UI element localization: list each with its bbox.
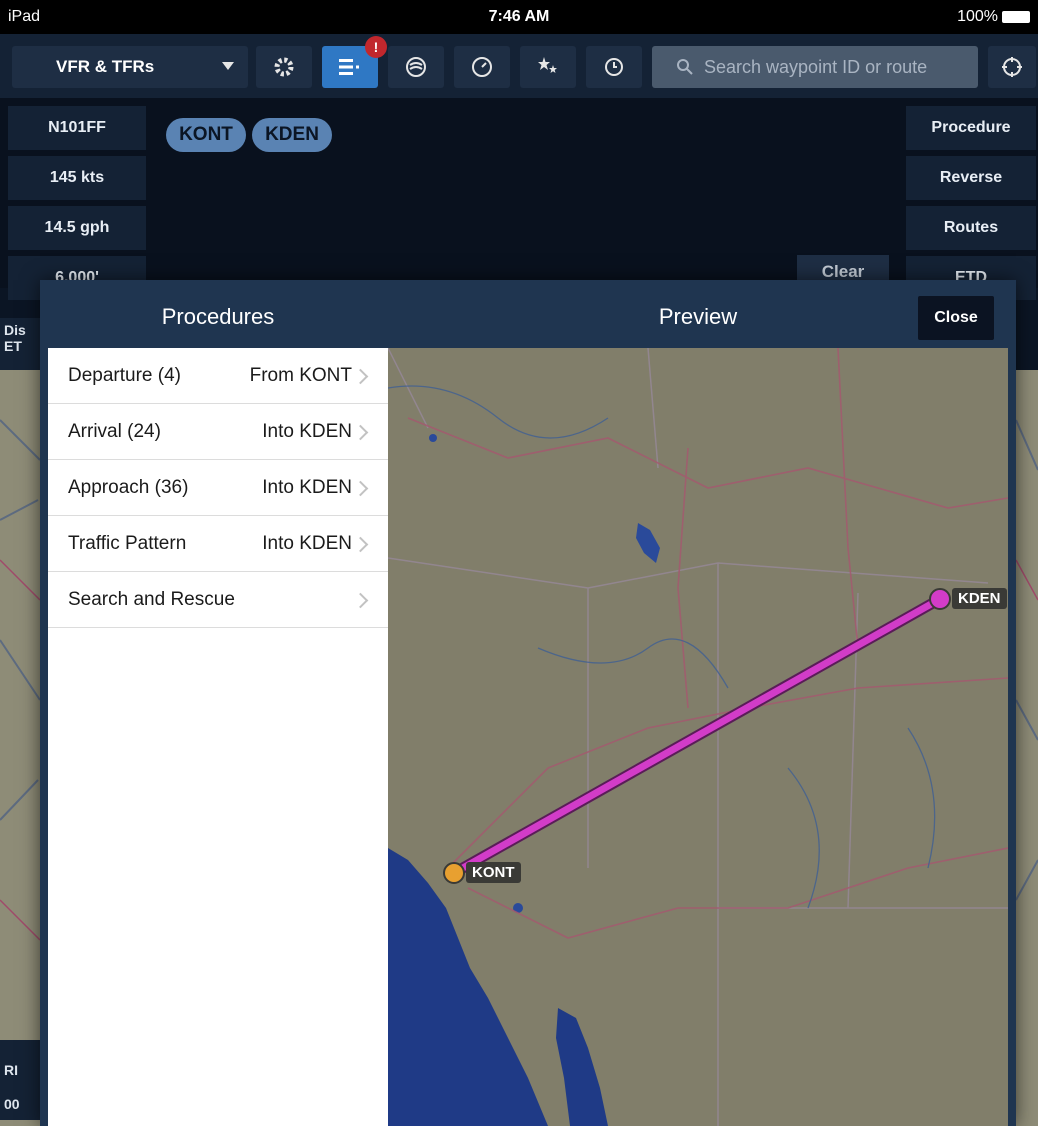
chevron-right-icon [352, 592, 369, 609]
star-icon [538, 57, 557, 73]
status-bar: iPad 7:46 AM 100% [0, 0, 1038, 34]
crosshair-icon [1002, 57, 1022, 77]
speed-field[interactable]: 145 kts [8, 156, 146, 200]
chevron-right-icon [352, 536, 369, 553]
origin-label: KONT [466, 862, 521, 883]
procedures-title: Procedures [161, 304, 275, 329]
chevron-right-icon [352, 368, 369, 385]
weather-button[interactable] [388, 46, 444, 88]
peek-label: 00 [4, 1096, 20, 1112]
battery-percent: 100% [957, 8, 998, 25]
procedure-detail: Into KDEN [262, 421, 352, 442]
favorites-button[interactable] [520, 46, 576, 88]
settings-button[interactable] [256, 46, 312, 88]
map-layer-label: VFR & TFRs [56, 57, 155, 76]
route-line [450, 595, 944, 877]
procedure-row-search-and-rescue[interactable]: Search and Rescue [48, 572, 388, 628]
flight-plan-button[interactable]: ! [322, 36, 387, 88]
destination-marker[interactable] [929, 588, 951, 610]
procedures-popover: Procedures Preview Close Departure (4) F… [40, 280, 1016, 1126]
weather-icon [406, 57, 426, 77]
procedure-name: Arrival (24) [68, 421, 161, 442]
route-preview-map[interactable]: KDEN KONT [388, 348, 1008, 1126]
chevron-right-icon [352, 480, 369, 497]
locate-button[interactable] [988, 46, 1036, 88]
chevron-down-icon [222, 62, 234, 70]
preview-title: Preview [658, 304, 738, 329]
timer-button[interactable] [586, 46, 642, 88]
waypoint-search-input[interactable]: Search waypoint ID or route [652, 46, 978, 88]
instruments-button[interactable] [454, 46, 510, 88]
peek-label: ET [4, 338, 22, 354]
alert-badge: ! [365, 36, 387, 58]
route-waypoint-chip[interactable]: KONT [166, 118, 246, 152]
gauge-icon [472, 57, 492, 77]
procedure-button[interactable]: Procedure [906, 106, 1036, 150]
procedure-row-approach[interactable]: Approach (36) Into KDEN [48, 460, 388, 516]
preview-map-canvas [388, 348, 1008, 1126]
procedures-list: Departure (4) From KONT Arrival (24) Int… [48, 348, 388, 1126]
battery-icon [1002, 11, 1030, 23]
origin-marker[interactable] [443, 862, 465, 884]
fuel-burn-field[interactable]: 14.5 gph [8, 206, 146, 250]
routes-button[interactable]: Routes [906, 206, 1036, 250]
procedure-detail: Into KDEN [262, 533, 352, 554]
popover-header: Procedures Preview Close [40, 280, 1016, 348]
procedure-name: Traffic Pattern [68, 533, 187, 554]
procedure-row-traffic-pattern[interactable]: Traffic Pattern Into KDEN [48, 516, 388, 572]
procedure-name: Search and Rescue [68, 589, 235, 610]
bottom-left-peek: RI 00 [0, 1040, 44, 1120]
reverse-button[interactable]: Reverse [906, 156, 1036, 200]
search-placeholder: Search waypoint ID or route [704, 56, 928, 77]
nav-log-peek: Dis ET [0, 318, 44, 370]
procedure-name: Departure (4) [68, 365, 181, 386]
search-icon [677, 59, 693, 75]
procedure-row-departure[interactable]: Departure (4) From KONT [48, 348, 388, 404]
route-waypoint-chip[interactable]: KDEN [252, 118, 332, 152]
clock-icon [605, 58, 623, 76]
procedure-row-arrival[interactable]: Arrival (24) Into KDEN [48, 404, 388, 460]
peek-label: RI [4, 1062, 18, 1078]
list-icon [339, 59, 359, 75]
gear-icon [274, 57, 294, 77]
procedure-detail: From KONT [249, 365, 352, 386]
top-toolbar: VFR & TFRs ! Search waypoint ID or route [0, 34, 1038, 98]
map-layer-selector[interactable]: VFR & TFRs [12, 46, 248, 88]
peek-label: Dis [4, 322, 26, 338]
procedure-name: Approach (36) [68, 477, 189, 498]
aircraft-field[interactable]: N101FF [8, 106, 146, 150]
destination-label: KDEN [952, 588, 1007, 609]
procedure-detail: Into KDEN [262, 477, 352, 498]
chevron-right-icon [352, 424, 369, 441]
clock: 7:46 AM [488, 8, 550, 25]
close-button[interactable]: Close [918, 296, 994, 340]
